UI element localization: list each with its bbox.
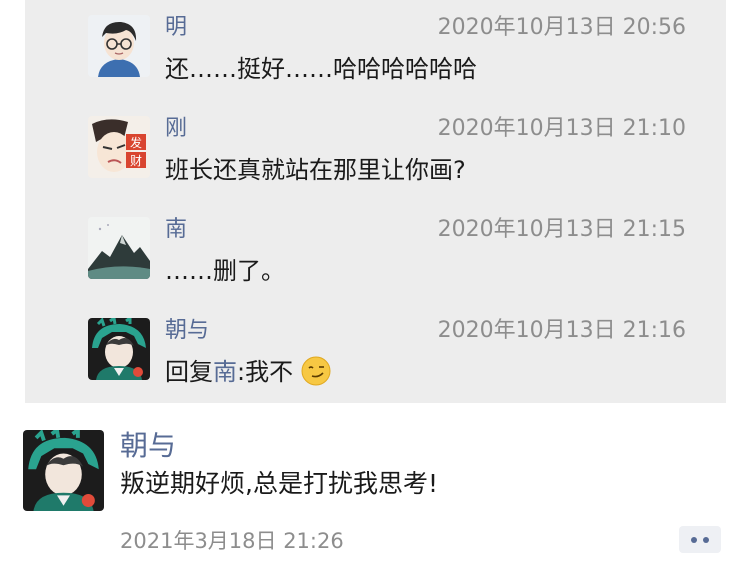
ink-mountain-avatar[interactable]	[88, 217, 150, 279]
comment-item[interactable]: 南 2020年10月13日 21:15 ……删了。	[25, 202, 726, 303]
dinosaur-hood-avatar[interactable]	[88, 318, 150, 380]
comment-time: 2020年10月13日 21:10	[437, 116, 686, 141]
more-dots-icon[interactable]	[679, 526, 721, 553]
svg-text:财: 财	[130, 154, 142, 168]
comment-text: ……删了。	[165, 257, 285, 285]
comment-text: 还……挺好……哈哈哈哈哈哈	[165, 55, 477, 83]
smirk-emoji-icon	[301, 356, 331, 386]
svg-text:发: 发	[130, 135, 142, 150]
reply-label: 回复	[165, 358, 213, 386]
more-dot	[703, 536, 709, 543]
comment-item[interactable]: 发 财 刚 2020年10月13日 21:10 班长还真就站在那里让你画?	[25, 101, 726, 202]
more-dot	[691, 536, 697, 543]
reply-target-name[interactable]: 南	[213, 358, 237, 386]
comments-panel: 明 2020年10月13日 20:56 还……挺好……哈哈哈哈哈哈 发 财 刚 …	[25, 0, 726, 403]
glasses-boy-avatar[interactable]	[88, 15, 150, 77]
commenter-name[interactable]: 刚	[165, 115, 187, 143]
comment-text: 回复南:我不	[165, 355, 331, 389]
post-time: 2021年3月18日 21:26	[120, 529, 344, 553]
comment-item[interactable]: 明 2020年10月13日 20:56 还……挺好……哈哈哈哈哈哈	[25, 0, 726, 101]
comment-item[interactable]: 朝与 2020年10月13日 21:16 回复南:我不	[25, 303, 726, 404]
commenter-name[interactable]: 明	[165, 14, 187, 42]
commenter-name[interactable]: 朝与	[165, 317, 209, 345]
cartoon-face-avatar[interactable]: 发 财	[88, 116, 150, 178]
reply-text: 我不	[245, 358, 294, 386]
post-text: 叛逆期好烦,总是打扰我思考!	[120, 469, 438, 498]
comment-time: 2020年10月13日 20:56	[437, 15, 686, 40]
dinosaur-hood-avatar[interactable]	[23, 430, 104, 511]
comment-time: 2020年10月13日 21:15	[437, 217, 686, 242]
comment-time: 2020年10月13日 21:16	[437, 318, 686, 343]
reply-separator: :	[237, 358, 246, 386]
comment-text: 班长还真就站在那里让你画?	[165, 156, 466, 184]
commenter-name[interactable]: 南	[165, 216, 187, 244]
post-author-name[interactable]: 朝与	[120, 428, 176, 464]
